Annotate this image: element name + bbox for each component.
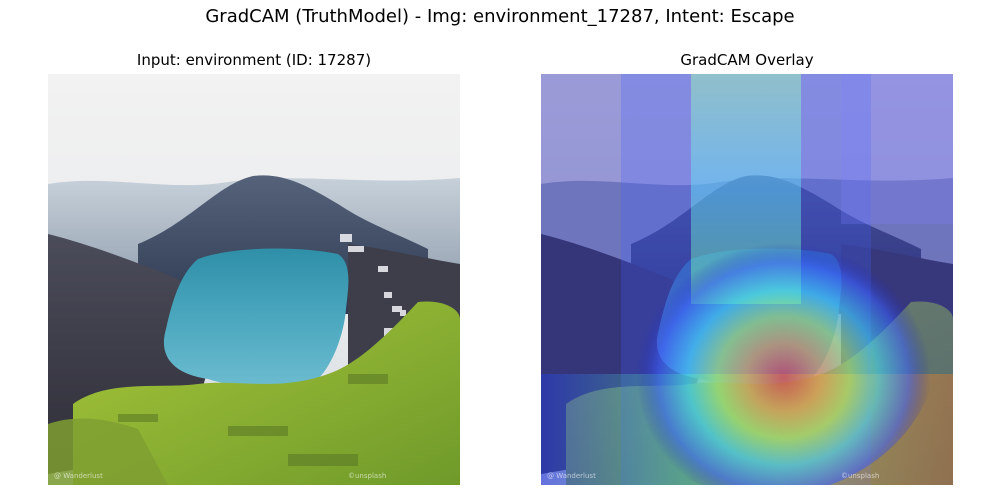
right-panel-title: GradCAM Overlay (680, 51, 814, 69)
gradcam-overlay-image: @ Wanderlust ©unsplash (541, 74, 953, 485)
svg-text:©unsplash: ©unsplash (841, 472, 879, 480)
left-panel-title: Input: environment (ID: 17287) (136, 51, 372, 69)
svg-text:@ Wanderlust: @ Wanderlust (547, 472, 596, 480)
svg-text:©unsplash: ©unsplash (348, 472, 386, 480)
figure-title: GradCAM (TruthModel) - Img: environment_… (205, 6, 795, 27)
input-image: @ Wanderlust ©unsplash (48, 74, 460, 485)
svg-text:@ Wanderlust: @ Wanderlust (54, 472, 103, 480)
